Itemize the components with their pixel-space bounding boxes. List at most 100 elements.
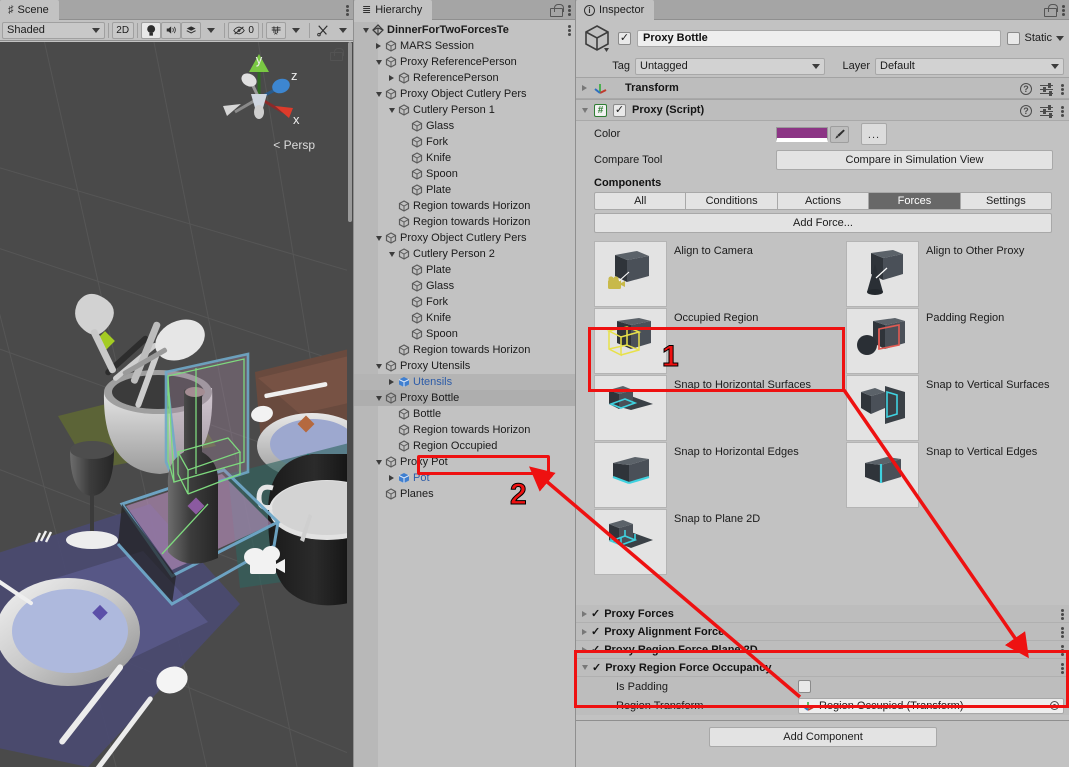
chevron-right-icon[interactable]	[386, 475, 397, 481]
lock-icon[interactable]	[1044, 4, 1055, 17]
chevron-right-icon[interactable]	[582, 629, 587, 635]
hierarchy-item[interactable]: Spoon	[354, 166, 576, 182]
scene-kebab-icon[interactable]	[346, 4, 349, 17]
component-kebab-icon[interactable]	[1061, 608, 1064, 621]
component-enabled-check[interactable]: ✓	[591, 643, 600, 656]
add-force-button[interactable]: Add Force...	[594, 213, 1052, 233]
projection-mode-label[interactable]: < Persp	[273, 138, 315, 152]
hierarchy-item[interactable]: Cutlery Person 1	[354, 102, 576, 118]
chevron-down-icon[interactable]	[373, 364, 384, 369]
hierarchy-item[interactable]: Fork	[354, 294, 576, 310]
hierarchy-item[interactable]: MARS Session	[354, 38, 576, 54]
object-name-input[interactable]: Proxy Bottle	[637, 30, 1001, 47]
chevron-down-icon[interactable]	[373, 396, 384, 401]
scene-tools-button[interactable]	[313, 22, 333, 39]
hierarchy-item[interactable]: Cutlery Person 2	[354, 246, 576, 262]
static-checkbox[interactable]: ✓	[1007, 32, 1020, 45]
filter-tab-settings[interactable]: Settings	[961, 192, 1052, 210]
hierarchy-item[interactable]: Glass	[354, 118, 576, 134]
filter-tab-all[interactable]: All	[594, 192, 686, 210]
color-more-button[interactable]: ...	[861, 123, 887, 145]
chevron-down-icon[interactable]	[386, 252, 397, 257]
chevron-down-icon[interactable]	[373, 60, 384, 65]
chevron-down-icon[interactable]	[582, 665, 588, 670]
hierarchy-kebab-icon[interactable]	[568, 4, 571, 17]
chevron-down-icon[interactable]	[373, 460, 384, 465]
component-kebab-icon[interactable]	[1061, 662, 1064, 675]
gizmo-lock-icon[interactable]	[330, 48, 341, 61]
hierarchy-item[interactable]: Knife	[354, 310, 576, 326]
chevron-down-icon[interactable]	[360, 28, 371, 33]
toggle-2d-button[interactable]: 2D	[112, 22, 134, 39]
force-tile-snap-to-horizontal-surfaces[interactable]	[594, 375, 667, 441]
component-filter-tabs[interactable]: AllConditionsActionsForcesSettings	[594, 192, 1052, 210]
hierarchy-item[interactable]: Proxy Utensils	[354, 358, 576, 374]
static-dropdown-icon[interactable]	[1056, 36, 1064, 41]
hierarchy-item[interactable]: Proxy Object Cutlery Pers	[354, 86, 576, 102]
hierarchy-item[interactable]: Planes	[354, 486, 576, 502]
component-kebab-icon[interactable]	[1061, 644, 1064, 657]
grid-snap-button[interactable]	[266, 22, 286, 39]
component-enabled-check[interactable]: ✓	[591, 607, 600, 620]
toggle-audio-button[interactable]	[161, 22, 181, 39]
hierarchy-item[interactable]: Proxy ReferencePerson	[354, 54, 576, 70]
filter-tab-forces[interactable]: Forces	[869, 192, 960, 210]
tab-scene[interactable]: ♯ Scene	[0, 0, 59, 20]
scene-visibility-button[interactable]: 0	[228, 22, 259, 39]
lock-icon[interactable]	[550, 4, 561, 17]
hierarchy-item[interactable]: Proxy Pot	[354, 454, 576, 470]
force-tile-padding-region[interactable]	[846, 308, 919, 374]
scene-viewport[interactable]: y z x < Persp	[0, 42, 353, 767]
filter-tab-actions[interactable]: Actions	[778, 192, 869, 210]
help-icon[interactable]: ?	[1020, 105, 1032, 117]
chevron-down-icon[interactable]	[373, 236, 384, 241]
help-icon[interactable]: ?	[1020, 83, 1032, 95]
compare-in-simulation-view-button[interactable]: Compare in Simulation View	[776, 150, 1053, 170]
force-tile-snap-to-vertical-edges[interactable]	[846, 442, 919, 508]
effects-dropdown[interactable]	[201, 22, 221, 39]
hierarchy-item[interactable]: Glass	[354, 278, 576, 294]
chevron-right-icon[interactable]	[582, 611, 587, 617]
preset-sliders-icon[interactable]	[1040, 83, 1053, 95]
toggle-lighting-button[interactable]	[141, 22, 161, 39]
chevron-right-icon[interactable]	[582, 85, 587, 91]
force-tile-align-to-other-proxy[interactable]	[846, 241, 919, 307]
hierarchy-item[interactable]: Bottle	[354, 406, 576, 422]
add-component-button[interactable]: Add Component	[709, 727, 937, 747]
component-enabled-check[interactable]: ✓	[592, 661, 601, 674]
hierarchy-row-kebab-icon[interactable]	[568, 24, 571, 37]
component-row[interactable]: ✓Proxy Forces	[576, 605, 1069, 623]
chevron-right-icon[interactable]	[386, 379, 397, 385]
chevron-down-icon[interactable]	[373, 92, 384, 97]
hierarchy-item[interactable]: Region towards Horizon	[354, 342, 576, 358]
hierarchy-item[interactable]: Pot	[354, 470, 576, 486]
hierarchy-item[interactable]: Proxy Object Cutlery Pers	[354, 230, 576, 246]
orientation-gizmo[interactable]: y z x	[211, 50, 307, 146]
grid-dropdown[interactable]	[286, 22, 306, 39]
hierarchy-item[interactable]: Utensils	[354, 374, 576, 390]
hierarchy-item[interactable]: ReferencePerson	[354, 70, 576, 86]
component-row[interactable]: ✓Proxy Region Force Plane 2D	[576, 641, 1069, 659]
hierarchy-item[interactable]: Region towards Horizon	[354, 214, 576, 230]
force-tile-grid[interactable]: Align to CameraAlign to Other ProxyOccup…	[576, 241, 1069, 579]
hierarchy-item[interactable]: Region Occupied	[354, 438, 576, 454]
chevron-right-icon[interactable]	[373, 43, 384, 49]
component-header-proxy-script[interactable]: # ✓ Proxy (Script) ?	[576, 99, 1069, 121]
object-picker-icon[interactable]	[1050, 701, 1059, 710]
component-header-transform[interactable]: Transform ?	[576, 77, 1069, 99]
tab-inspector[interactable]: i Inspector	[576, 0, 654, 20]
toggle-effects-button[interactable]	[181, 22, 201, 39]
hierarchy-item[interactable]: Fork	[354, 134, 576, 150]
color-swatch[interactable]	[776, 127, 828, 142]
component-row[interactable]: ✓Proxy Alignment Force	[576, 623, 1069, 641]
hierarchy-item[interactable]: Plate	[354, 182, 576, 198]
force-tile-snap-to-vertical-surfaces[interactable]	[846, 375, 919, 441]
layer-dropdown[interactable]: Default	[875, 58, 1064, 75]
is-padding-checkbox[interactable]: ✓	[798, 680, 811, 693]
eyedropper-icon[interactable]	[830, 126, 849, 143]
filter-tab-conditions[interactable]: Conditions	[686, 192, 777, 210]
chevron-right-icon[interactable]	[386, 75, 397, 81]
hierarchy-tree[interactable]: DinnerForTwoForcesTeMARS SessionProxy Re…	[354, 22, 576, 767]
force-tile-snap-to-horizontal-edges[interactable]	[594, 442, 667, 508]
region-transform-object-field[interactable]: Region Occupied (Transform)	[798, 698, 1064, 714]
